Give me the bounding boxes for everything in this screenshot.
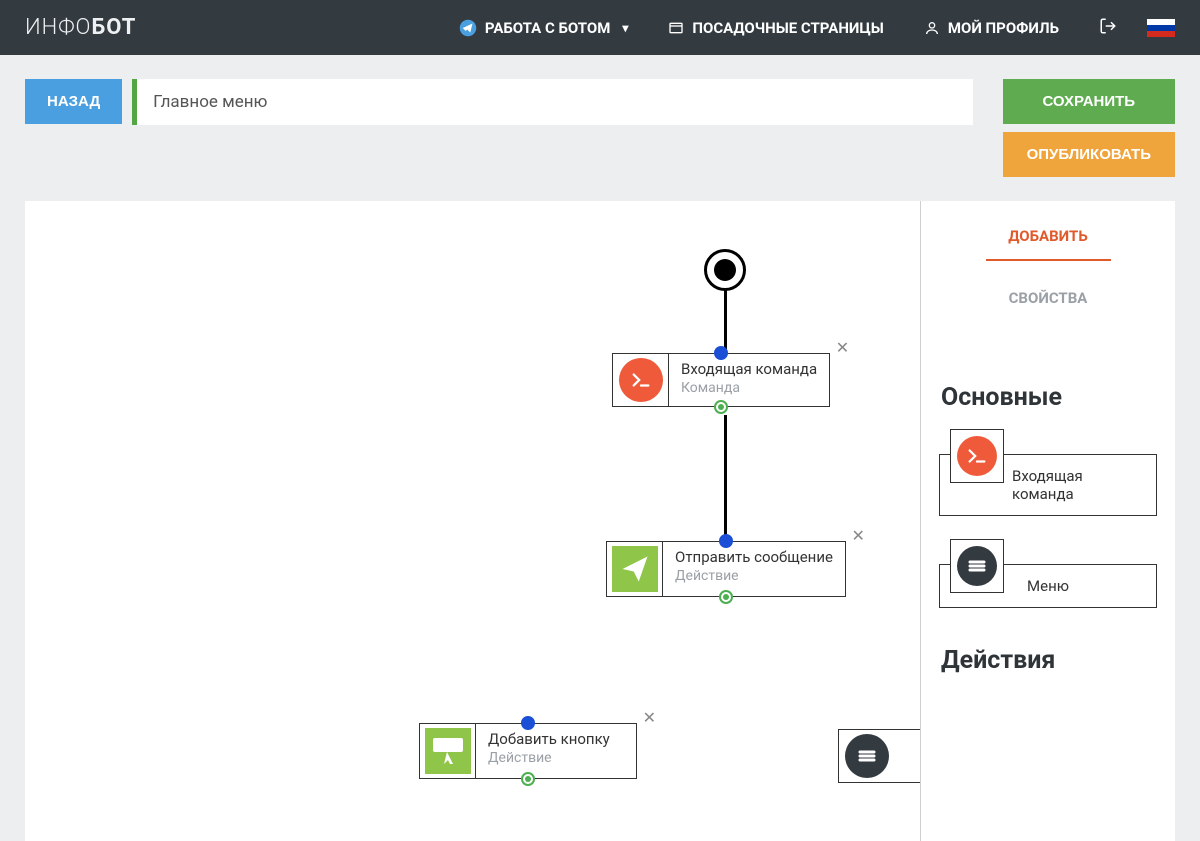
logout-icon (1099, 17, 1117, 35)
page-title-input[interactable]: Главное меню (132, 79, 972, 125)
menu-icon (950, 539, 1004, 593)
user-icon (924, 20, 940, 36)
nav-landing[interactable]: ПОСАДОЧНЫЕ СТРАНИЦЫ (648, 0, 903, 55)
send-icon (607, 542, 663, 596)
main-area: ✕ Входящая команда Команда ✕ Отправить с… (25, 201, 1175, 841)
port-in[interactable] (521, 716, 535, 730)
nav-profile[interactable]: МОЙ ПРОФИЛЬ (904, 0, 1079, 55)
button-icon (420, 724, 476, 778)
flow-edge (724, 415, 727, 545)
section-title-main: Основные (921, 365, 1175, 422)
node-title: Добавить кнопку (488, 730, 624, 748)
nav-bot-label: РАБОТА С БОТОМ (485, 19, 610, 37)
port-out[interactable] (714, 400, 728, 414)
close-icon[interactable]: ✕ (852, 526, 865, 545)
back-button[interactable]: НАЗАД (25, 79, 122, 124)
node-title: Отправить сообщение (675, 548, 833, 566)
node-add-button[interactable]: ✕ Добавить кнопку Действие (419, 723, 637, 779)
node-subtitle: Действие (488, 750, 624, 766)
action-buttons: СОХРАНИТЬ ОПУБЛИКОВАТЬ (1003, 79, 1175, 177)
logout-button[interactable] (1079, 17, 1137, 39)
page-icon (668, 20, 684, 36)
toolbar: НАЗАД Главное меню СОХРАНИТЬ ОПУБЛИКОВАТ… (0, 55, 1200, 177)
close-icon[interactable]: ✕ (643, 708, 656, 727)
node-send-message[interactable]: ✕ Отправить сообщение Действие (606, 541, 846, 597)
node-partial[interactable] (838, 729, 920, 783)
tab-add[interactable]: ДОБАВИТЬ (1008, 219, 1087, 253)
logo-thin: ИНФО (25, 15, 91, 40)
terminal-icon (613, 354, 669, 406)
publish-button[interactable]: ОПУБЛИКОВАТЬ (1003, 132, 1175, 177)
port-in[interactable] (719, 534, 733, 548)
section-title-actions: Действия (921, 628, 1175, 685)
node-subtitle: Действие (675, 568, 833, 584)
save-button[interactable]: СОХРАНИТЬ (1003, 79, 1175, 124)
logo-bold: БОТ (91, 15, 136, 40)
port-out[interactable] (719, 590, 733, 604)
telegram-icon (459, 19, 477, 37)
app-header: ИНФОБОТ РАБОТА С БОТОМ ▾ ПОСАДОЧНЫЕ СТРА… (0, 0, 1200, 55)
node-title: Входящая команда (681, 360, 817, 378)
flow-canvas[interactable]: ✕ Входящая команда Команда ✕ Отправить с… (25, 201, 920, 841)
node-incoming-command[interactable]: ✕ Входящая команда Команда (612, 353, 830, 407)
palette-incoming-command[interactable]: Входящая команда (939, 454, 1157, 516)
caret-down-icon: ▾ (622, 21, 628, 35)
nav-profile-label: МОЙ ПРОФИЛЬ (948, 19, 1059, 37)
nav-landing-label: ПОСАДОЧНЫЕ СТРАНИЦЫ (692, 19, 883, 37)
port-in[interactable] (714, 346, 728, 360)
node-subtitle: Команда (681, 380, 817, 396)
start-node[interactable] (704, 249, 746, 291)
sidebar-panel: ДОБАВИТЬ СВОЙСТВА Основные Входящая кома… (920, 201, 1175, 841)
nav: РАБОТА С БОТОМ ▾ ПОСАДОЧНЫЕ СТРАНИЦЫ МОЙ… (439, 0, 1175, 55)
close-icon[interactable]: ✕ (836, 338, 849, 357)
nav-bot-dropdown[interactable]: РАБОТА С БОТОМ ▾ (439, 0, 649, 55)
port-out[interactable] (521, 772, 535, 786)
palette-menu[interactable]: Меню (939, 564, 1157, 608)
sidebar-tabs: ДОБАВИТЬ СВОЙСТВА (921, 201, 1175, 315)
terminal-icon (950, 429, 1004, 483)
menu-icon (845, 734, 889, 778)
logo: ИНФОБОТ (25, 15, 136, 40)
tab-properties[interactable]: СВОЙСТВА (1009, 281, 1088, 315)
language-flag-ru[interactable] (1147, 19, 1175, 37)
